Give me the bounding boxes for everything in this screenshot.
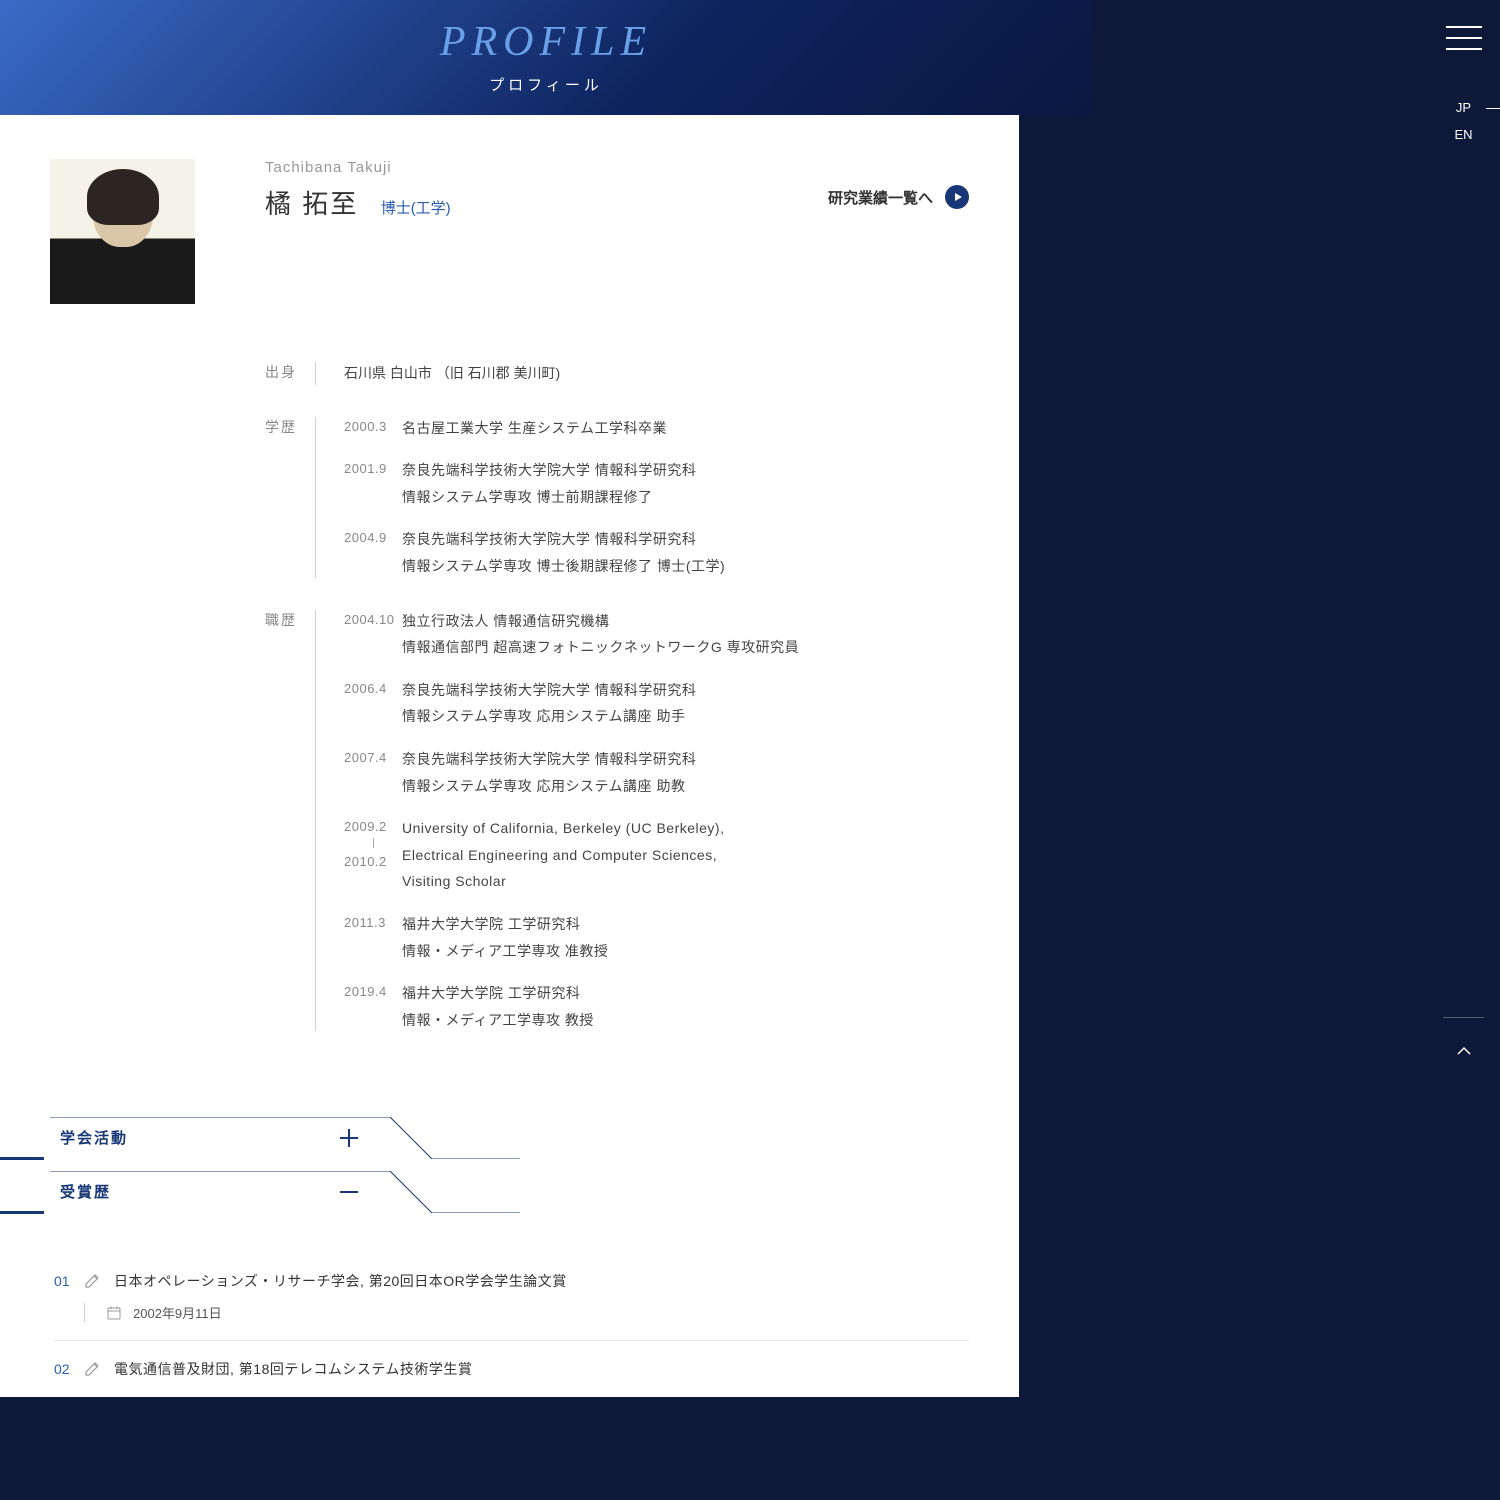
profile-degree: 博士(工学)	[381, 200, 451, 217]
award-title: 電気通信普及財団, 第18回テレコムシステム技術学生賞	[114, 1359, 472, 1379]
sidebar-divider	[1443, 1017, 1484, 1018]
timeline-item: 2004.10独立行政法人 情報通信研究機構情報通信部門 超高速フォトニックネッ…	[344, 608, 969, 661]
timeline-item: 2004.9奈良先端科学技術大学院大学 情報科学研究科情報システム学専攻 博士後…	[344, 526, 969, 579]
award-item: 01 日本オペレーションズ・リサーチ学会, 第20回日本OR学会学生論文賞 2002…	[54, 1253, 969, 1341]
timeline-date: 2011.3	[344, 911, 402, 964]
divider	[315, 417, 316, 578]
award-item: 02 電気通信普及財団, 第18回テレコムシステム技術学生賞	[54, 1341, 969, 1397]
scroll-to-top-button[interactable]	[1427, 1041, 1500, 1066]
timeline-item: 2009.22010.2University of California, Be…	[344, 815, 969, 895]
timeline-date: 2000.3	[344, 415, 402, 442]
right-sidebar: JP EN	[1427, 0, 1500, 1090]
timeline-date: 2006.4	[344, 677, 402, 730]
education-label: 学歴	[265, 415, 315, 580]
divider	[315, 610, 316, 1032]
profile-photo	[50, 159, 195, 304]
page-title-en: PROFILE	[0, 18, 1092, 66]
timeline-date: 2019.4	[344, 980, 402, 1033]
page-title-jp: プロフィール	[0, 74, 1092, 95]
pencil-icon	[84, 1273, 100, 1289]
timeline-text: 独立行政法人 情報通信研究機構情報通信部門 超高速フォトニックネットワークG 専…	[402, 608, 969, 661]
timeline-text: 奈良先端科学技術大学院大学 情報科学研究科情報システム学専攻 応用システム講座 …	[402, 677, 969, 730]
timeline-text: 奈良先端科学技術大学院大学 情報科学研究科情報システム学専攻 応用システム講座 …	[402, 746, 969, 799]
origin-value: 石川県 白山市 （旧 石川郡 美川町)	[344, 360, 969, 387]
career-label: 職歴	[265, 608, 315, 1034]
research-achievements-link[interactable]: 研究業績一覧へ	[828, 185, 969, 209]
chevron-up-icon	[1454, 1041, 1474, 1061]
research-achievements-label: 研究業績一覧へ	[828, 187, 933, 208]
accordion-activities-label: 学会活動	[60, 1127, 128, 1148]
lang-jp-button[interactable]: JP	[1427, 94, 1500, 121]
award-date: 2002年9月11日	[133, 1303, 222, 1322]
accordion-activities[interactable]: 学会活動	[50, 1117, 969, 1159]
timeline-item: 2006.4奈良先端科学技術大学院大学 情報科学研究科情報システム学専攻 応用シ…	[344, 677, 969, 730]
timeline-item: 2000.3名古屋工業大学 生産システム工学科卒業	[344, 415, 969, 442]
timeline-text: 奈良先端科学技術大学院大学 情報科学研究科情報システム学専攻 博士後期課程修了 …	[402, 526, 969, 579]
hamburger-menu-icon[interactable]	[1446, 26, 1482, 50]
timeline-item: 2011.3福井大学大学院 工学研究科情報・メディア工学専攻 准教授	[344, 911, 969, 964]
timeline-date: 2009.22010.2	[344, 815, 402, 895]
timeline-text: 福井大学大学院 工学研究科情報・メディア工学専攻 准教授	[402, 911, 969, 964]
timeline-text: 福井大学大学院 工学研究科情報・メディア工学専攻 教授	[402, 980, 969, 1033]
timeline-text: 奈良先端科学技術大学院大学 情報科学研究科情報システム学専攻 博士前期課程修了	[402, 457, 969, 510]
timeline-text: 名古屋工業大学 生産システム工学科卒業	[402, 415, 969, 442]
award-number: 01	[54, 1273, 84, 1289]
timeline-item: 2007.4奈良先端科学技術大学院大学 情報科学研究科情報システム学専攻 応用シ…	[344, 746, 969, 799]
minus-icon	[340, 1183, 358, 1201]
plus-icon	[340, 1129, 358, 1147]
pencil-icon	[84, 1361, 100, 1377]
play-arrow-icon	[945, 185, 969, 209]
calendar-icon	[107, 1306, 121, 1320]
accordion-awards-label: 受賞歴	[60, 1181, 111, 1202]
profile-name-en: Tachibana Takuji	[265, 159, 969, 176]
origin-label: 出身	[265, 360, 315, 387]
timeline-date: 2004.10	[344, 608, 402, 661]
timeline-text: University of California, Berkeley (UC B…	[402, 815, 969, 895]
award-title: 日本オペレーションズ・リサーチ学会, 第20回日本OR学会学生論文賞	[114, 1271, 567, 1291]
timeline-item: 2019.4福井大学大学院 工学研究科情報・メディア工学専攻 教授	[344, 980, 969, 1033]
profile-name-jp: 橘 拓至	[265, 184, 358, 221]
timeline-date: 2004.9	[344, 526, 402, 579]
timeline-date: 2001.9	[344, 457, 402, 510]
timeline-item: 2001.9奈良先端科学技術大学院大学 情報科学研究科情報システム学専攻 博士前…	[344, 457, 969, 510]
lang-en-button[interactable]: EN	[1427, 121, 1500, 148]
timeline-date: 2007.4	[344, 746, 402, 799]
award-number: 02	[54, 1361, 84, 1377]
accordion-awards[interactable]: 受賞歴	[50, 1171, 969, 1213]
divider	[315, 362, 316, 385]
